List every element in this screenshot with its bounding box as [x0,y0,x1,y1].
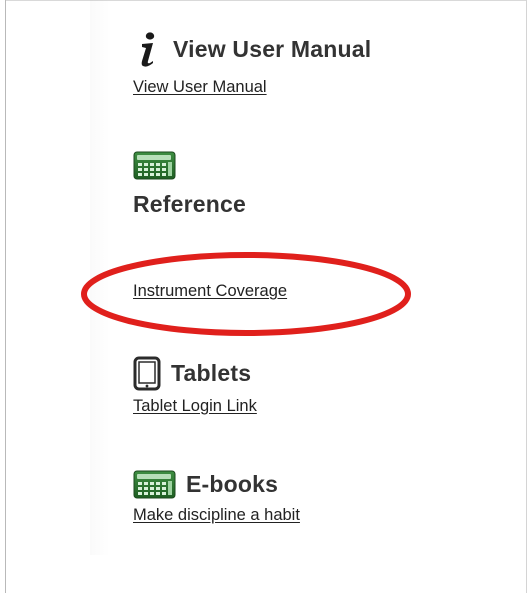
instrument-coverage-link[interactable]: Instrument Coverage [133,282,287,301]
tablets-section: Tablets Tablet Login Link [133,356,257,416]
reference-title: Reference [133,191,247,217]
reference-section: Reference [133,151,246,218]
ebooks-heading: E-books [133,470,300,499]
instrument-coverage-item: Instrument Coverage [133,282,287,301]
calculator-icon [133,151,176,180]
ebooks-section: E-books Make discipline a habit [133,470,300,525]
panel-top-border [5,0,527,1]
info-icon [133,30,163,68]
make-discipline-a-habit-link[interactable]: Make discipline a habit [133,506,300,525]
user-manual-heading: View User Manual [133,30,371,68]
view-user-manual-link[interactable]: View User Manual [133,78,267,97]
tablet-login-link[interactable]: Tablet Login Link [133,397,257,416]
tablet-icon [133,356,161,391]
ebooks-title: E-books [186,471,279,497]
user-manual-section: View User Manual View User Manual [133,30,371,97]
tablets-title: Tablets [171,360,252,386]
sidebar-panel: View User Manual View User Manual Refere… [0,0,527,593]
calculator-icon [133,470,176,499]
panel-left-border [5,0,6,593]
tablets-heading: Tablets [133,356,257,391]
user-manual-title: View User Manual [173,35,372,62]
